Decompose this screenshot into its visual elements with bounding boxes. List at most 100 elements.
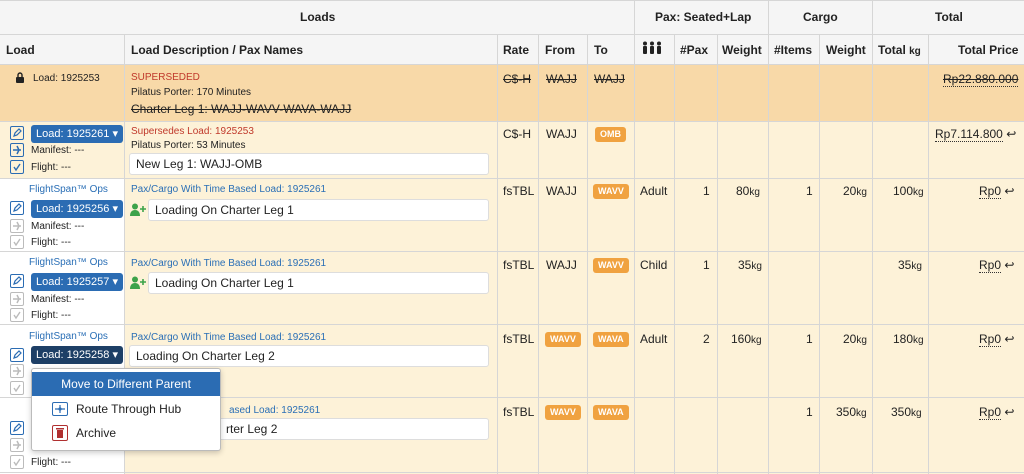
add-person-icon[interactable] bbox=[130, 276, 146, 292]
menu-item-route-through-hub[interactable]: Route Through Hub bbox=[32, 397, 220, 421]
edit-icon[interactable] bbox=[10, 421, 24, 435]
check-icon[interactable] bbox=[10, 235, 24, 249]
row0-to: WAJJ bbox=[594, 72, 625, 86]
header-group-bg bbox=[0, 0, 1024, 34]
row3-weight: 35kg bbox=[738, 258, 762, 272]
return-icon[interactable]: ↩ bbox=[1006, 127, 1016, 141]
row0-from: WAJJ bbox=[546, 72, 577, 86]
pax-name-input[interactable]: Loading On Charter Leg 2 bbox=[129, 345, 489, 367]
pax-name-input[interactable]: Loading On Charter Leg 1 bbox=[148, 199, 489, 221]
to-airport-badge: WAVV bbox=[593, 184, 629, 199]
row0-aircraft: Pilatus Porter: 170 Minutes bbox=[131, 87, 252, 98]
row3-price: Rp0 ↩ bbox=[979, 258, 1015, 273]
row3-link[interactable]: Pax/Cargo With Time Based Load: 1925261 bbox=[131, 258, 326, 269]
row1-rate: C$-H bbox=[503, 127, 532, 141]
to-airport-badge: WAVA bbox=[593, 332, 629, 347]
edit-icon[interactable] bbox=[10, 201, 24, 215]
col-header-from[interactable]: From bbox=[545, 43, 575, 57]
row2-nitems: 1 bbox=[806, 184, 813, 198]
row0-price: Rp22.880.000 bbox=[943, 72, 1019, 87]
load-actions-menu: Move to Different Parent Route Through H… bbox=[31, 368, 221, 451]
to-airport-badge: WAVA bbox=[593, 405, 629, 420]
plane-icon[interactable] bbox=[10, 438, 24, 452]
return-icon[interactable]: ↩ bbox=[1004, 184, 1014, 198]
row1-supersedes: Supersedes Load: 1925253 bbox=[131, 126, 254, 137]
row4-link[interactable]: Pax/Cargo With Time Based Load: 1925261 bbox=[131, 332, 326, 343]
plane-icon[interactable] bbox=[10, 143, 24, 157]
leg-name-input[interactable]: New Leg 1: WAJJ-OMB bbox=[129, 153, 489, 175]
check-icon[interactable] bbox=[10, 308, 24, 322]
row2-flight: Flight: --- bbox=[31, 237, 71, 248]
row5-cweight: 350kg bbox=[836, 405, 867, 419]
row3-npax: 1 bbox=[703, 258, 710, 272]
row4-rate: fsTBL bbox=[503, 332, 535, 346]
return-icon[interactable]: ↩ bbox=[1004, 258, 1014, 272]
row2-from: WAJJ bbox=[546, 184, 577, 198]
row2-cweight: 20kg bbox=[843, 184, 867, 198]
seated-people-icon bbox=[641, 41, 663, 58]
col-header-rate[interactable]: Rate bbox=[503, 43, 529, 57]
col-header-npax[interactable]: #Pax bbox=[680, 43, 708, 57]
return-icon[interactable]: ↩ bbox=[1004, 405, 1014, 419]
row2-price: Rp0 ↩ bbox=[979, 184, 1015, 199]
edit-icon[interactable] bbox=[10, 274, 24, 288]
load-dropdown-button-open[interactable]: Load: 1925258 ▾ bbox=[31, 346, 124, 364]
check-icon[interactable] bbox=[10, 455, 24, 469]
menu-item-move-to-parent[interactable]: Move to Different Parent bbox=[32, 372, 220, 396]
col-header-cargo-weight[interactable]: Weight bbox=[826, 43, 866, 57]
row2-rate: fsTBL bbox=[503, 184, 535, 198]
ops-link[interactable]: FlightSpan™ Ops bbox=[29, 331, 108, 342]
col-header-load[interactable]: Load bbox=[6, 43, 35, 57]
row1-price: Rp7.114.800 ↩ bbox=[935, 127, 1017, 142]
row2-npax: 1 bbox=[703, 184, 710, 198]
col-header-price[interactable]: Total Price bbox=[958, 43, 1018, 57]
row0-status: SUPERSEDED bbox=[131, 72, 200, 83]
row2-seat: Adult bbox=[640, 184, 668, 198]
row4-total: 180kg bbox=[893, 332, 924, 346]
row1-manifest: Manifest: --- bbox=[31, 145, 85, 156]
plane-icon[interactable] bbox=[10, 219, 24, 233]
row2-link[interactable]: Pax/Cargo With Time Based Load: 1925261 bbox=[131, 184, 326, 195]
edit-icon[interactable] bbox=[10, 348, 24, 362]
to-airport-badge: OMB bbox=[595, 127, 626, 142]
plane-icon[interactable] bbox=[10, 292, 24, 306]
to-airport-badge: WAVV bbox=[593, 258, 629, 273]
return-icon[interactable]: ↩ bbox=[1004, 332, 1014, 346]
row4-seat: Adult bbox=[640, 332, 668, 346]
plane-icon[interactable] bbox=[10, 364, 24, 378]
load-dropdown-button[interactable]: Load: 1925261 ▾ bbox=[31, 125, 124, 143]
row3-total: 35kg bbox=[898, 258, 922, 272]
ops-link[interactable]: FlightSpan™ Ops bbox=[29, 184, 108, 195]
col-header-to[interactable]: To bbox=[594, 43, 608, 57]
load-dropdown-button[interactable]: Load: 1925257 ▾ bbox=[31, 273, 124, 291]
row5-price: Rp0 ↩ bbox=[979, 405, 1015, 420]
col-header-total[interactable]: Total kg bbox=[878, 43, 921, 57]
row3-seat: Child bbox=[640, 258, 668, 272]
row4-npax: 2 bbox=[703, 332, 710, 346]
load-dropdown-button[interactable]: Load: 1925256 ▾ bbox=[31, 200, 124, 218]
from-airport-badge: WAVV bbox=[545, 332, 581, 347]
pax-name-input[interactable]: Loading On Charter Leg 1 bbox=[148, 272, 489, 294]
row2-weight: 80kg bbox=[736, 184, 760, 198]
check-icon[interactable] bbox=[10, 160, 24, 174]
row1-flight: Flight: --- bbox=[31, 162, 71, 173]
row1-aircraft: Pilatus Porter: 53 Minutes bbox=[131, 140, 246, 151]
menu-item-archive[interactable]: Archive bbox=[32, 421, 220, 445]
ops-link[interactable]: FlightSpan™ Ops bbox=[29, 257, 108, 268]
row5-rate: fsTBL bbox=[503, 405, 535, 419]
row4-nitems: 1 bbox=[806, 332, 813, 346]
row3-from: WAJJ bbox=[546, 258, 577, 272]
row0-rate: C$-H bbox=[503, 72, 532, 86]
row0-load-label: Load: 1925253 bbox=[33, 73, 100, 84]
group-header-total: Total bbox=[935, 10, 963, 24]
check-icon[interactable] bbox=[10, 381, 24, 395]
row4-price: Rp0 ↩ bbox=[979, 332, 1015, 347]
edit-icon[interactable] bbox=[10, 126, 24, 140]
trash-icon bbox=[52, 425, 68, 441]
col-header-weight[interactable]: Weight bbox=[722, 43, 762, 57]
row4-weight: 160kg bbox=[731, 332, 762, 346]
col-header-description[interactable]: Load Description / Pax Names bbox=[131, 43, 303, 57]
add-person-icon[interactable] bbox=[130, 203, 146, 219]
row5-link[interactable]: ased Load: 1925261 bbox=[229, 405, 320, 416]
col-header-nitems[interactable]: #Items bbox=[774, 43, 812, 57]
